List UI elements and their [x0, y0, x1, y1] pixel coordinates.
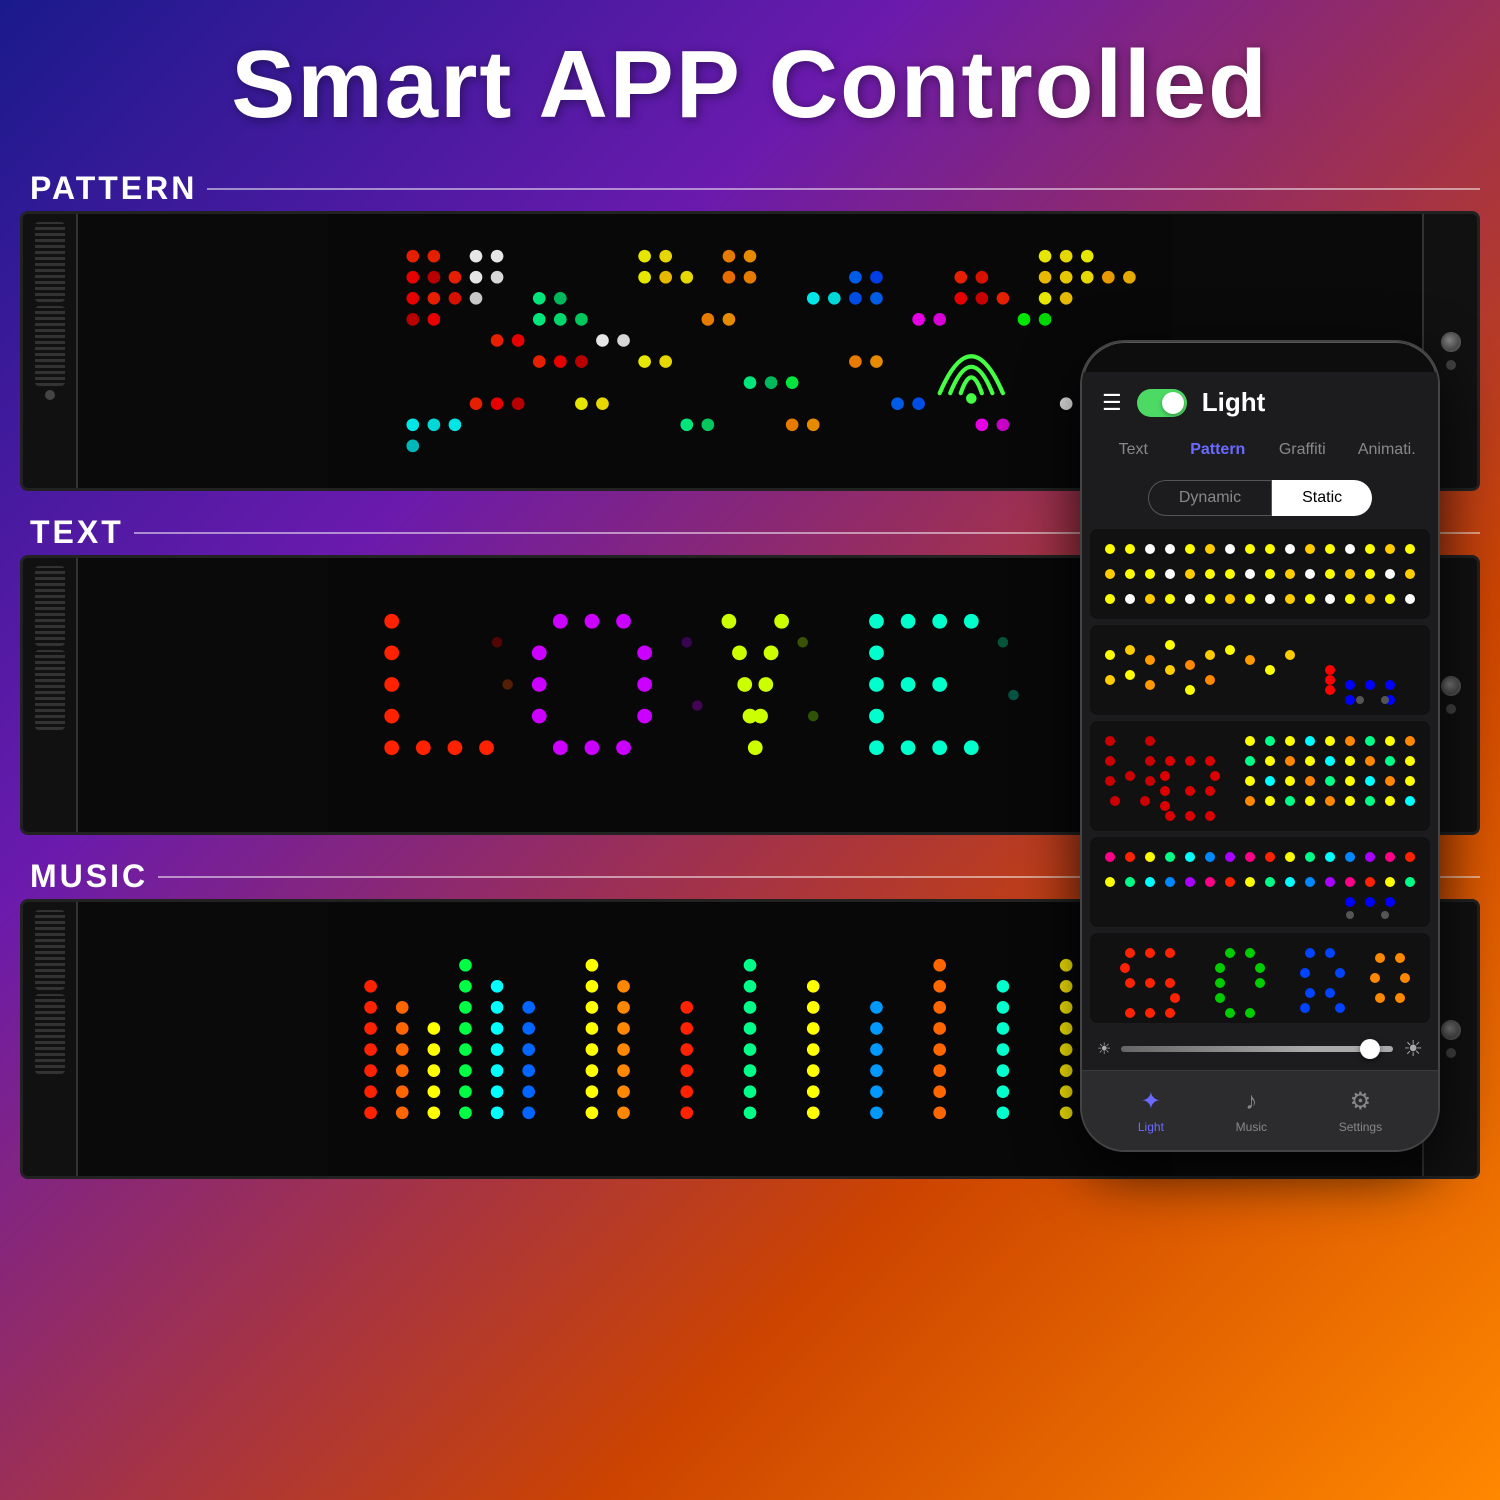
music-icon: ♪	[1245, 1088, 1257, 1116]
nav-item-light[interactable]: ✦ Light	[1138, 1087, 1164, 1134]
control-strip-1	[35, 222, 65, 302]
tab-pattern[interactable]: Pattern	[1177, 433, 1260, 467]
settings-icon: ⚙	[1350, 1087, 1372, 1116]
pattern-item-1[interactable]	[1090, 529, 1430, 619]
brightness-slider[interactable]	[1121, 1046, 1393, 1052]
brightness-high-icon: ☀	[1403, 1036, 1423, 1062]
text-left-controls	[23, 558, 78, 832]
pattern-left-controls	[23, 214, 78, 488]
phone: ☰ Light Text Pattern Graffiti Animati. D…	[1080, 340, 1440, 1152]
tab-graffiti[interactable]: Graffiti	[1261, 433, 1344, 467]
music-control-strip-2	[35, 994, 65, 1074]
control-dot-1	[45, 390, 55, 400]
slider-thumb	[1360, 1039, 1380, 1059]
mode-buttons: Dynamic Static	[1082, 472, 1438, 524]
nav-tabs: Text Pattern Graffiti Animati.	[1082, 428, 1438, 472]
power-toggle[interactable]	[1137, 389, 1187, 417]
menu-icon[interactable]: ☰	[1102, 390, 1122, 416]
control-strip-2	[35, 306, 65, 386]
app-header: ☰ Light	[1082, 372, 1438, 428]
nav-item-music[interactable]: ♪ Music	[1236, 1088, 1267, 1134]
light-icon: ✦	[1141, 1087, 1161, 1116]
pattern-item-3[interactable]	[1090, 721, 1430, 831]
dynamic-mode-button[interactable]: Dynamic	[1148, 480, 1272, 516]
bottom-nav: ✦ Light ♪ Music ⚙ Settings	[1082, 1070, 1438, 1150]
pattern-item-2[interactable]	[1090, 625, 1430, 715]
music-left-controls	[23, 902, 78, 1176]
phone-container: ☰ Light Text Pattern Graffiti Animati. D…	[1080, 340, 1460, 1152]
text-control-strip-2	[35, 650, 65, 730]
nav-label-settings: Settings	[1339, 1120, 1382, 1134]
app-title: Light	[1202, 387, 1418, 418]
phone-notch	[1200, 350, 1320, 372]
pattern-item-4[interactable]	[1090, 837, 1430, 927]
pattern-label: PATTERN	[20, 160, 1480, 211]
phone-screen: ☰ Light Text Pattern Graffiti Animati. D…	[1082, 372, 1438, 1150]
nav-label-music: Music	[1236, 1120, 1267, 1134]
nav-label-light: Light	[1138, 1120, 1164, 1134]
phone-wrapper: ☰ Light Text Pattern Graffiti Animati. D…	[1080, 340, 1460, 1152]
tab-text[interactable]: Text	[1092, 433, 1175, 467]
page-header: Smart APP Controlled	[0, 0, 1500, 160]
text-control-strip-1	[35, 566, 65, 646]
brightness-low-icon: ☀	[1097, 1039, 1111, 1059]
static-mode-button[interactable]: Static	[1272, 480, 1372, 516]
pattern-list	[1082, 524, 1438, 1028]
tab-animation[interactable]: Animati.	[1346, 433, 1429, 467]
music-control-strip-1	[35, 910, 65, 990]
nav-item-settings[interactable]: ⚙ Settings	[1339, 1087, 1382, 1134]
pattern-item-5[interactable]	[1090, 933, 1430, 1023]
page-title: Smart APP Controlled	[0, 30, 1500, 140]
toggle-thumb	[1162, 392, 1184, 414]
brightness-row: ☀ ☀	[1082, 1028, 1438, 1070]
